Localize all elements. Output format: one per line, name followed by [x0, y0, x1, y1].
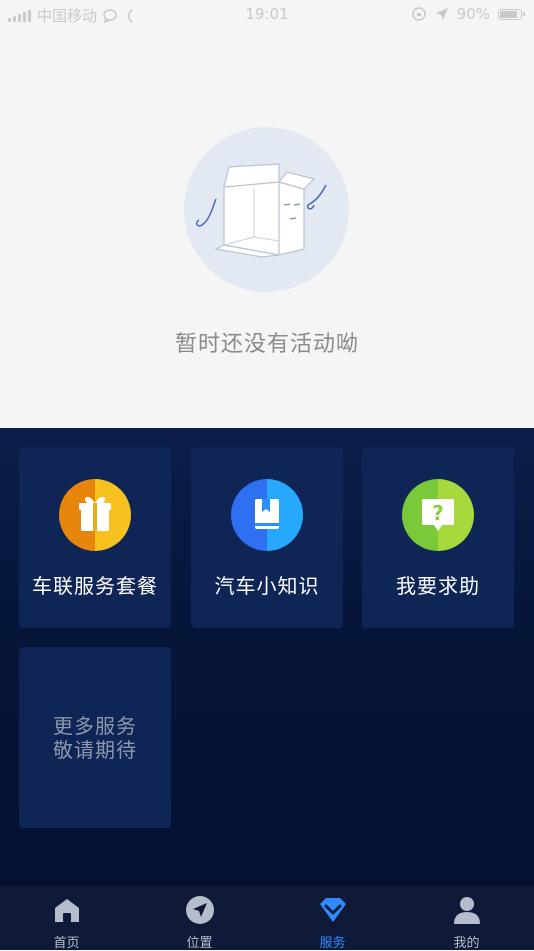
tab-service[interactable]: 服务	[266, 886, 399, 951]
service-label: 我要求助	[396, 574, 480, 598]
empty-message: 暂时还没有活动呦	[174, 332, 359, 357]
service-card-help[interactable]: ? 我要求助	[362, 447, 514, 628]
empty-activity-section: 暂时还没有活动呦	[0, 28, 534, 428]
tab-label: 首页	[53, 936, 80, 951]
svg-text:?: ?	[432, 501, 444, 525]
home-icon	[55, 899, 79, 922]
service-card-package[interactable]: 车联服务套餐	[19, 447, 171, 628]
more-services-text: 更多服务 敬请期待	[19, 714, 171, 762]
location-arrow-icon	[435, 8, 448, 20]
service-card-car-knowledge[interactable]: 汽车小知识	[191, 447, 343, 628]
gift-icon	[59, 479, 131, 551]
service-label: 车联服务套餐	[32, 574, 158, 598]
more-services-line1: 更多服务	[53, 714, 137, 738]
empty-box-illustration	[184, 127, 349, 292]
help-icon: ?	[402, 479, 474, 551]
tab-mine[interactable]: 我的	[400, 886, 533, 951]
tab-home[interactable]: 首页	[0, 886, 133, 951]
battery-icon	[498, 8, 525, 20]
service-icon	[320, 898, 346, 922]
battery-percent: 90%	[456, 5, 490, 23]
tab-label: 我的	[453, 936, 480, 951]
tab-location[interactable]: 位置	[133, 886, 266, 951]
book-icon	[231, 479, 303, 551]
more-services-card: 更多服务 敬请期待	[19, 647, 171, 828]
services-panel: 车联服务套餐 汽车小知识 ? 我要求助 更多服务 敬请期待	[0, 428, 534, 888]
screen-lock-icon	[411, 7, 426, 21]
service-label: 汽车小知识	[214, 574, 320, 598]
tab-label: 位置	[186, 936, 213, 951]
open-box-icon	[195, 163, 327, 258]
tab-label: 服务	[319, 936, 346, 951]
status-right: 90%	[411, 5, 525, 23]
user-icon	[454, 897, 480, 924]
status-bar: 中国移动 19:01 90%	[0, 0, 534, 28]
bottom-tab-bar: 首页 位置 服务 我的	[0, 886, 534, 951]
location-icon	[186, 896, 214, 924]
more-services-line2: 敬请期待	[53, 738, 137, 762]
